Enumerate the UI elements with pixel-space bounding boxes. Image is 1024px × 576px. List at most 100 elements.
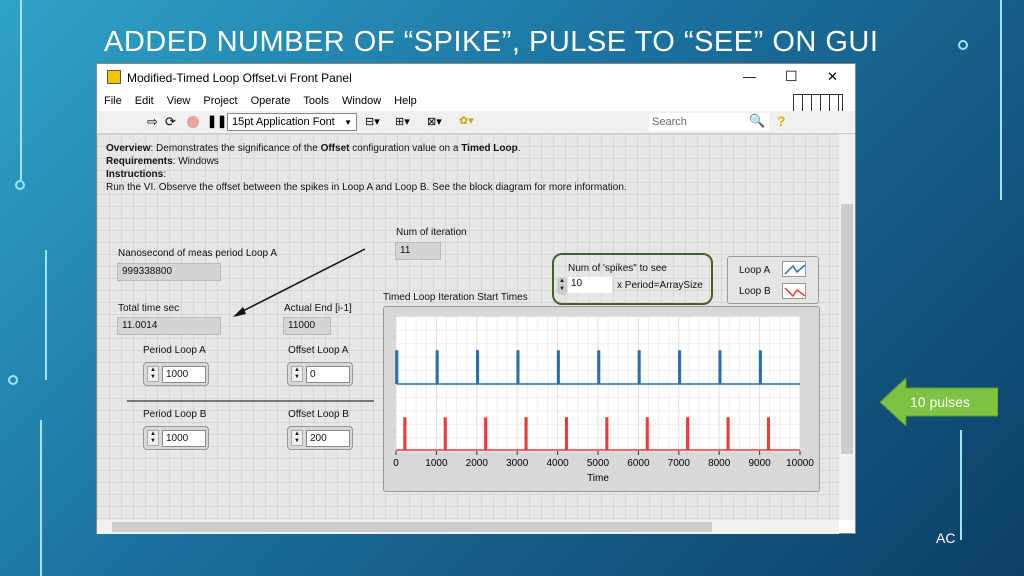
x-axis-label: Time (587, 473, 609, 484)
legend-loop-b: Loop B (739, 286, 771, 297)
window-title: Modified-Timed Loop Offset.vi Front Pane… (127, 71, 352, 85)
period-b-value[interactable]: 1000 (162, 430, 206, 447)
chevron-down-icon: ▼ (344, 118, 352, 127)
menu-window[interactable]: Window (342, 95, 381, 107)
menu-edit[interactable]: Edit (135, 95, 154, 107)
menu-help[interactable]: Help (394, 95, 417, 107)
offset-a-value[interactable]: 0 (306, 366, 350, 383)
front-panel: Overview: Demonstrates the significance … (97, 134, 839, 520)
scroll-thumb[interactable] (841, 204, 853, 454)
x-tick-label: 6000 (627, 458, 650, 469)
x-tick-label: 3000 (506, 458, 529, 469)
run-arrow-icon[interactable]: ⇨ (147, 114, 158, 130)
ns-indicator: 999338800 (117, 263, 221, 281)
period-b-label: Period Loop B (143, 409, 207, 420)
x-tick-label: 0 (393, 458, 399, 469)
circuit-node (958, 40, 968, 50)
spinner-icon[interactable]: ▲ ▼ (147, 366, 159, 382)
offset-text: Offset (320, 143, 350, 154)
minimize-button[interactable]: — (743, 69, 756, 84)
loop-b-swatch[interactable] (782, 283, 806, 299)
run-continuously-icon[interactable]: ⟳ (165, 114, 176, 130)
requirements-text: : Windows (172, 156, 219, 167)
offset-a-control[interactable]: ▲ ▼ 0 (287, 362, 353, 386)
align-icon[interactable]: ⊟▾ (365, 115, 380, 128)
menu-bar: File Edit View Project Operate Tools Window Hel… (97, 91, 855, 111)
callout-text: 10 pulses (910, 394, 970, 410)
scroll-thumb[interactable] (112, 522, 712, 532)
chart-title: Timed Loop Iteration Start Times (383, 292, 528, 303)
overview-text: : Demonstrates the significance of the (150, 143, 321, 154)
menu-operate[interactable]: Operate (251, 95, 291, 107)
horizontal-scrollbar[interactable] (97, 520, 839, 534)
offset-b-label: Offset Loop B (288, 409, 349, 420)
instructions-colon: : (163, 169, 167, 180)
labview-icon (107, 70, 121, 84)
circuit-line (20, 0, 22, 180)
circuit-line (960, 430, 962, 540)
chart: 0 1000 2000 3000 4000 5000 6000 7000 8000 9000 100… (393, 316, 814, 484)
help-icon[interactable]: ? (777, 113, 786, 129)
requirements-label: Requirements (106, 156, 173, 167)
x-tick-label: 7000 (668, 458, 691, 469)
x-tick-label: 8000 (708, 458, 731, 469)
offset-b-value[interactable]: 200 (306, 430, 350, 447)
menu-file[interactable]: File (104, 95, 122, 107)
chart-frame: 0 1000 2000 3000 4000 5000 6000 7000 8000 9000 100… (383, 306, 820, 492)
spinner-icon[interactable]: ▲ ▼ (557, 277, 567, 295)
title-bar: Modified-Timed Loop Offset.vi Front Pane… (97, 64, 855, 91)
iteration-label: Num of iteration (396, 227, 467, 238)
x-tick-label: 1000 (425, 458, 448, 469)
period-a-value[interactable]: 1000 (162, 366, 206, 383)
period-b-control[interactable]: ▲ ▼ 1000 (143, 426, 209, 450)
menu-tools[interactable]: Tools (303, 95, 329, 107)
circuit-line (45, 250, 47, 380)
resize-icon[interactable]: ⊠▾ (427, 115, 442, 128)
x-tick-label: 4000 (546, 458, 569, 469)
slide-footer: AC (936, 530, 956, 546)
overview-label: Overview (106, 143, 151, 154)
loop-a-swatch[interactable] (782, 261, 806, 277)
spinner-icon[interactable]: ▲ ▼ (147, 430, 159, 446)
maximize-button[interactable]: ☐ (785, 68, 798, 85)
divider (127, 400, 374, 402)
labview-window: Modified-Timed Loop Offset.vi Front Pane… (96, 63, 856, 534)
period-a-control[interactable]: ▲ ▼ 1000 (143, 362, 209, 386)
legend-loop-a: Loop A (739, 265, 771, 276)
spikes-suffix: x Period=ArraySize (617, 280, 703, 291)
x-tick-label: 10000 (786, 458, 814, 469)
offset-b-control[interactable]: ▲ ▼ 200 (287, 426, 353, 450)
spinner-icon[interactable]: ▲ ▼ (291, 430, 303, 446)
reorder-icon[interactable]: ✿▾ (459, 114, 474, 127)
font-select-value: 15pt Application Font (232, 116, 335, 128)
close-button[interactable]: ✕ (827, 69, 838, 85)
pause-icon[interactable]: ❚❚ (207, 114, 227, 128)
spinner-icon[interactable]: ▲ ▼ (291, 366, 303, 382)
x-tick-label: 2000 (466, 458, 489, 469)
annotation-arrow (233, 248, 366, 317)
abort-icon[interactable] (187, 116, 199, 128)
timed-loop-text: Timed Loop (461, 143, 518, 154)
x-tick-label: 5000 (587, 458, 610, 469)
menu-view[interactable]: View (167, 95, 191, 107)
period-a-label: Period Loop A (143, 345, 206, 356)
vertical-scrollbar[interactable] (839, 134, 855, 520)
instructions-label: Instructions (106, 169, 164, 180)
circuit-node (8, 375, 18, 385)
instructions-text: Run the VI. Observe the offset between t… (106, 182, 627, 193)
toolbar: ⇨ ⟳ ❚❚ 15pt Application Font ▼ ⊟▾ ⊞▾ ⊠▾ ✿… (97, 111, 855, 134)
spikes-group: Num of 'spikes" to see ▲ ▼ 10 x Period=Ar… (552, 253, 713, 305)
menu-project[interactable]: Project (203, 95, 237, 107)
distribute-icon[interactable]: ⊞▾ (395, 115, 410, 128)
total-time-indicator: 11.0014 (117, 317, 221, 335)
font-select[interactable]: 15pt Application Font ▼ (227, 113, 357, 131)
offset-a-label: Offset Loop A (288, 345, 349, 356)
x-tick-label: 9000 (748, 458, 771, 469)
slide-title: ADDED NUMBER OF “SPIKE”, PULSE TO “SEE” … (104, 26, 879, 58)
search-icon[interactable]: 🔍 (749, 113, 765, 129)
circuit-node (15, 180, 25, 190)
iteration-indicator: 11 (395, 242, 441, 260)
spikes-input[interactable]: 10 (568, 277, 612, 293)
callout-arrow: 10 pulses (880, 378, 998, 426)
overview-mid: configuration value on a (349, 143, 462, 154)
